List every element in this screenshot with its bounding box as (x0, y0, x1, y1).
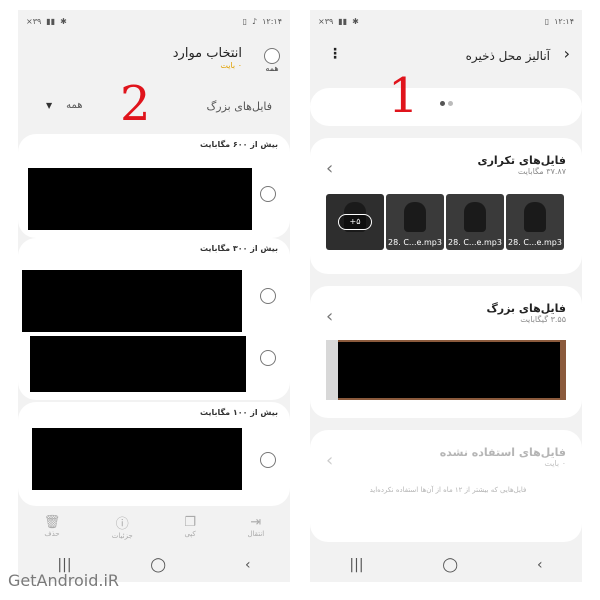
carrier-text: ×۳۹ (26, 16, 42, 26)
music-icon: ♪ (252, 16, 258, 26)
thumbnail[interactable]: 28. C...e.mp3 (386, 194, 444, 250)
action-toolbar: ⇥ انتقال ❐ کپی ⓘ جزئیات 🗑 حذف (18, 506, 290, 546)
card-title: فایل‌های بزرگ (486, 302, 566, 315)
back-button[interactable]: ‹ (537, 557, 543, 573)
more-badge: +۵ (338, 214, 372, 230)
card-subtitle: ۳.۵۵ گیگابایت (520, 315, 566, 324)
size-group-300: بیش از ۳۰۰ مگابایت (18, 238, 290, 400)
status-bar: ×۳۹ ▮▮ ✱ ▯ ♪ ۱۲:۱۴ (18, 10, 290, 32)
move-icon: ⇥ (250, 514, 262, 530)
storage-header: ⋮ آنالیز محل ذخیره › (310, 40, 582, 76)
large-files-card[interactable]: ‹ فایل‌های بزرگ ۳.۵۵ گیگابایت (310, 286, 582, 418)
system-nav-bar: ||| ◯ ‹ (310, 548, 582, 582)
filter-dropdown[interactable]: ▼ همه (46, 100, 83, 111)
bluetooth-icon: ✱ (352, 16, 359, 26)
thumb-figure (404, 202, 426, 232)
copy-button[interactable]: ❐ کپی (184, 515, 196, 538)
back-button[interactable]: ‹ (245, 557, 251, 573)
chevron-left-icon[interactable]: ‹ (326, 158, 333, 179)
thumbnail[interactable]: 28. C...e.mp3 (446, 194, 504, 250)
back-arrow-icon[interactable]: › (564, 44, 570, 63)
group-title: بیش از ۶۰۰ مگابایت (199, 140, 278, 149)
thumb-figure (464, 202, 486, 232)
annotation-number-1: 1 (388, 68, 419, 124)
size-group-600: بیش از ۶۰۰ مگابایت (18, 134, 290, 238)
header-titles: انتخاب موارد ۰ بایت (173, 46, 242, 70)
duplicates-titles: فایل‌های تکراری ۳۷.۸۷ مگابایت (477, 154, 566, 176)
selected-size: ۰ بایت (220, 61, 242, 70)
chevron-left-icon[interactable]: ‹ (326, 306, 333, 327)
redacted-file-row[interactable] (32, 428, 242, 490)
unused-files-card[interactable]: ‹ فایل‌های استفاده نشده ۰ بایت فایل‌هایی… (310, 430, 582, 542)
more-options-icon[interactable]: ⋮ (328, 46, 342, 62)
filter-category-label[interactable]: فایل‌های بزرگ (206, 100, 272, 113)
clock-text: ۱۲:۱۴ (262, 16, 282, 26)
right-phone-screen: ×۳۹ ▮▮ ✱ ▯ ۱۲:۱۴ ⋮ آنالیز محل ذخیره › ‹ … (310, 10, 582, 582)
page-title: آنالیز محل ذخیره (465, 49, 550, 63)
annotation-number-2: 2 (120, 76, 151, 132)
details-label: جزئیات (111, 531, 133, 540)
thumb-label: 28. C...e.mp3 (388, 238, 442, 247)
page-dots (440, 101, 453, 106)
group-title: بیش از ۱۰۰ مگابایت (199, 408, 278, 417)
details-button[interactable]: ⓘ جزئیات (112, 513, 133, 540)
file-radio[interactable] (260, 186, 276, 202)
move-label: انتقال (247, 529, 265, 538)
copy-label: کپی (184, 529, 196, 538)
large-files-preview (326, 340, 566, 400)
file-radio[interactable] (260, 288, 276, 304)
unused-titles: فایل‌های استفاده نشده ۰ بایت (440, 446, 566, 468)
select-all-control[interactable]: همه (264, 48, 280, 73)
select-all-label: همه (265, 64, 279, 73)
recents-button[interactable]: ||| (349, 557, 363, 573)
info-icon: ⓘ (115, 516, 129, 532)
file-radio[interactable] (260, 452, 276, 468)
status-bar: ×۳۹ ▮▮ ✱ ▯ ۱۲:۱۴ (310, 10, 582, 32)
selection-header: همه انتخاب موارد ۰ بایت (18, 40, 290, 88)
group-title: بیش از ۳۰۰ مگابایت (199, 244, 278, 253)
carrier-text: ×۳۹ (318, 16, 334, 26)
home-button[interactable]: ◯ (442, 557, 458, 573)
filter-value: همه (66, 100, 83, 111)
copy-icon: ❐ (184, 514, 196, 530)
clock-text: ۱۲:۱۴ (554, 16, 574, 26)
size-group-100: بیش از ۱۰۰ مگابایت (18, 402, 290, 506)
select-all-radio[interactable] (264, 48, 280, 64)
thumb-label: 28. C...e.mp3 (448, 238, 502, 247)
duplicate-files-card[interactable]: ‹ فایل‌های تکراری ۳۷.۸۷ مگابایت +۵ 28. C… (310, 138, 582, 274)
watermark-text: GetAndroid.iR (8, 571, 120, 590)
redacted-file-row[interactable] (28, 168, 252, 230)
redacted-preview (338, 342, 560, 398)
chevron-down-icon: ▼ (46, 101, 53, 110)
delete-label: حذف (44, 529, 60, 538)
left-phone-screen: ×۳۹ ▮▮ ✱ ▯ ♪ ۱۲:۱۴ همه انتخاب موارد ۰ با… (18, 10, 290, 582)
duplicate-thumbs: +۵ 28. C...e.mp3 28. C...e.mp3 28. C...e… (326, 194, 566, 250)
more-thumb[interactable]: +۵ (326, 194, 384, 250)
signal-icon: ▮▮ (338, 16, 348, 26)
trash-icon: 🗑 (43, 514, 61, 530)
page-title: انتخاب موارد (172, 46, 242, 61)
storage-summary-card[interactable] (310, 88, 582, 126)
file-radio[interactable] (260, 350, 276, 366)
battery-icon: ▯ (544, 16, 550, 26)
redacted-file-row[interactable] (30, 336, 246, 392)
thumbnail[interactable]: 28. C...e.mp3 (506, 194, 564, 250)
thumb-label: 28. C...e.mp3 (508, 238, 562, 247)
move-button[interactable]: ⇥ انتقال (247, 515, 264, 538)
thumb-figure (524, 202, 546, 232)
card-subtitle: ۳۷.۸۷ مگابایت (517, 167, 566, 176)
chevron-left-icon[interactable]: ‹ (326, 450, 333, 471)
bluetooth-icon: ✱ (60, 16, 67, 26)
battery-icon: ▯ (242, 16, 247, 26)
card-description: فایل‌هایی که بیشتر از ۱۲ ماه از آن‌ها اس… (369, 486, 527, 494)
card-subtitle: ۰ بایت (544, 459, 566, 468)
large-files-titles: فایل‌های بزرگ ۳.۵۵ گیگابایت (486, 302, 566, 324)
signal-icon: ▮▮ (46, 16, 56, 26)
redacted-file-row[interactable] (22, 270, 242, 332)
card-title: فایل‌های استفاده نشده (439, 446, 566, 459)
delete-button[interactable]: 🗑 حذف (44, 515, 61, 538)
card-title: فایل‌های تکراری (477, 154, 566, 167)
filter-row: فایل‌های بزرگ ▼ همه (18, 96, 290, 122)
home-button[interactable]: ◯ (150, 557, 166, 573)
